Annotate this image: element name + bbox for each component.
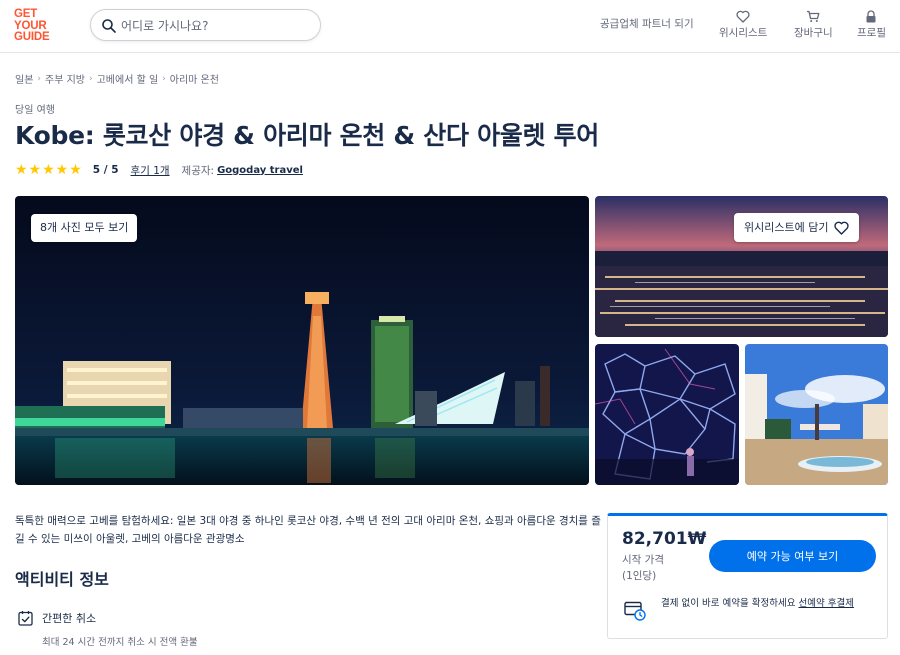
price-label: 시작 가격	[622, 554, 664, 566]
site-header: GET YOUR GUIDE 공급업체 파트너 되기 위시리스트 장바구니 프로…	[0, 0, 900, 53]
getyourguide-logo[interactable]: GET YOUR GUIDE	[14, 8, 58, 44]
logo-line-3: GUIDE	[14, 31, 50, 43]
price-unit: (1인당)	[622, 570, 657, 582]
nav-cart[interactable]: 장바구니	[794, 10, 833, 40]
free-cancellation-detail: 최대 24 시간 전까지 취소 시 전액 환불	[42, 637, 198, 648]
price-value: 82,701₩	[622, 529, 707, 549]
search-box[interactable]	[90, 9, 321, 41]
nav-wishlist[interactable]: 위시리스트	[719, 10, 767, 40]
logo-line-1: GET	[14, 8, 38, 20]
add-to-wishlist-button[interactable]: 위시리스트에 담기	[734, 213, 860, 242]
provider-link[interactable]: Gogoday travel	[217, 165, 303, 176]
provider-label: 제공자:	[181, 164, 215, 177]
breadcrumb-item[interactable]: 아리마 온천	[170, 71, 219, 86]
view-all-photos-button[interactable]: 8개 사진 모두 보기	[31, 214, 138, 242]
gallery-image-outlet[interactable]	[745, 344, 888, 485]
nav-profile[interactable]: 프로필	[857, 10, 886, 40]
nav-profile-label: 프로필	[857, 27, 886, 39]
star-rating-icon: ★★★★★	[15, 162, 83, 178]
chevron-right-icon: ›	[162, 73, 166, 84]
partner-link[interactable]: 공급업체 파트너 되기	[600, 16, 694, 31]
rating-row: ★★★★★ 5 / 5 후기 1개 제공자: Gogoday travel	[15, 162, 303, 178]
heart-icon	[736, 10, 750, 23]
breadcrumb-item[interactable]: 일본	[15, 71, 33, 86]
activity-category: 당일 여행	[15, 105, 55, 116]
chevron-right-icon: ›	[37, 73, 42, 84]
gallery-image-light-art[interactable]	[595, 344, 739, 485]
check-availability-button[interactable]: 예약 가능 여부 보기	[709, 540, 876, 572]
rating-score: 5 / 5	[92, 164, 119, 176]
activity-description: 독특한 매력으로 고베를 탐험하세요: 일본 3대 야경 중 하나인 롯코산 야…	[15, 515, 601, 545]
breadcrumb-item[interactable]: 고베에서 할 일	[97, 71, 159, 86]
search-input[interactable]	[121, 16, 311, 36]
heart-icon	[834, 221, 850, 235]
nav-wishlist-label: 위시리스트	[719, 27, 768, 39]
lock-icon	[866, 10, 876, 23]
cart-icon	[807, 10, 820, 22]
reserve-now-pay-later-description: 결제 없이 바로 예약을 확정하세요	[661, 598, 799, 609]
calendar-check-icon	[18, 611, 33, 626]
booking-card: 82,701₩ 시작 가격 (1인당) 예약 가능 여부 보기 결제 없이 바로…	[607, 513, 888, 639]
breadcrumb-item[interactable]: 주부 지방	[45, 71, 85, 86]
nav-cart-label: 장바구니	[794, 27, 833, 39]
add-to-wishlist-label: 위시리스트에 담기	[744, 221, 829, 234]
search-icon	[102, 19, 116, 33]
reserve-now-pay-later-icon	[624, 601, 646, 621]
free-cancellation-title: 간편한 취소	[42, 612, 97, 625]
breadcrumb: 일본 › 주부 지방 › 고베에서 할 일 › 아리마 온천	[15, 71, 219, 87]
reserve-now-pay-later-link[interactable]: 선예약 후결제	[798, 598, 853, 609]
page-title: Kobe: 롯코산 야경 & 아리마 온천 & 산다 아울렛 투어	[15, 121, 599, 150]
reviews-link[interactable]: 후기 1개	[131, 163, 170, 178]
chevron-right-icon: ›	[89, 73, 93, 84]
activity-info-heading: 액티비티 정보	[15, 570, 109, 589]
reserve-now-pay-later-text: 결제 없이 바로 예약을 확정하세요 선예약 후결제	[661, 596, 879, 611]
